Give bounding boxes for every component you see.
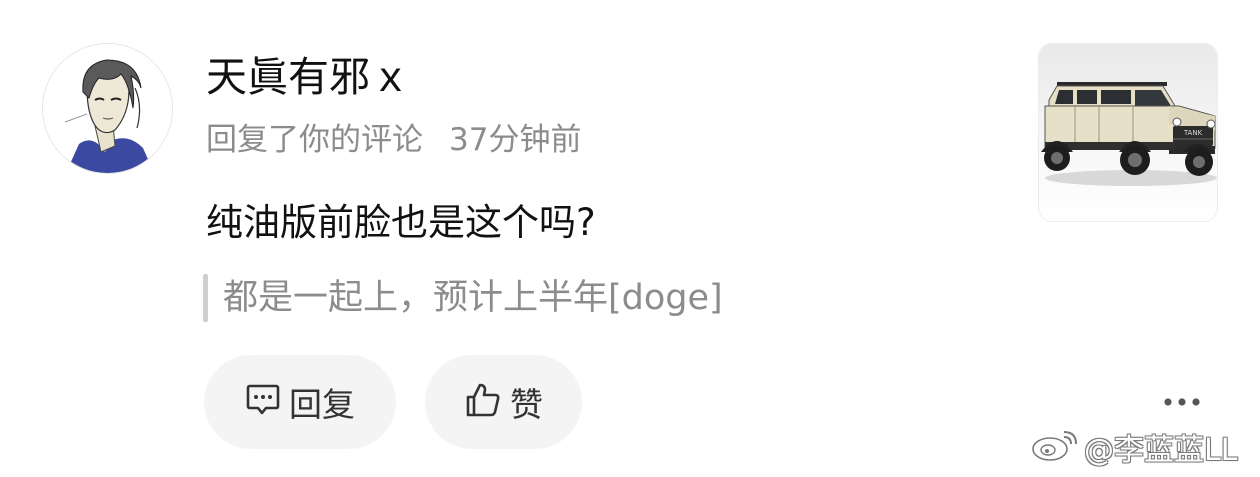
reply-button-label: 回复 — [289, 385, 355, 424]
username[interactable]: 天眞有邪ｘ — [206, 50, 411, 104]
action-text: 回复了你的评论 — [206, 122, 423, 158]
comment-bubble-icon — [245, 383, 281, 421]
grille-text: TANK — [1183, 129, 1203, 137]
like-button[interactable]: 赞 — [425, 355, 582, 449]
avatar-illustration — [43, 44, 172, 173]
timestamp: 37分钟前 — [449, 122, 582, 158]
user-avatar[interactable] — [42, 43, 173, 174]
like-button-label: 赞 — [510, 385, 543, 424]
suv-image: TANK — [1039, 44, 1217, 221]
more-dots-icon — [1160, 398, 1204, 424]
comment-text: 纯油版前脸也是这个吗? — [206, 201, 596, 244]
quoted-reply[interactable]: 都是一起上，预计上半年[doge] — [203, 273, 723, 323]
weibo-logo-icon — [1030, 428, 1080, 466]
quote-bar — [203, 274, 208, 322]
post-thumbnail[interactable]: TANK — [1038, 43, 1218, 222]
watermark: @李蓝蓝LL — [1030, 427, 1238, 468]
reply-button[interactable]: 回复 — [204, 355, 396, 449]
thumbs-up-icon — [464, 381, 502, 423]
watermark-text: @李蓝蓝LL — [1084, 433, 1238, 468]
quoted-reply-text: 都是一起上，预计上半年[doge] — [223, 278, 723, 318]
comment-meta: 回复了你的评论 37分钟前 — [206, 118, 581, 162]
more-options-button[interactable] — [1160, 384, 1204, 420]
